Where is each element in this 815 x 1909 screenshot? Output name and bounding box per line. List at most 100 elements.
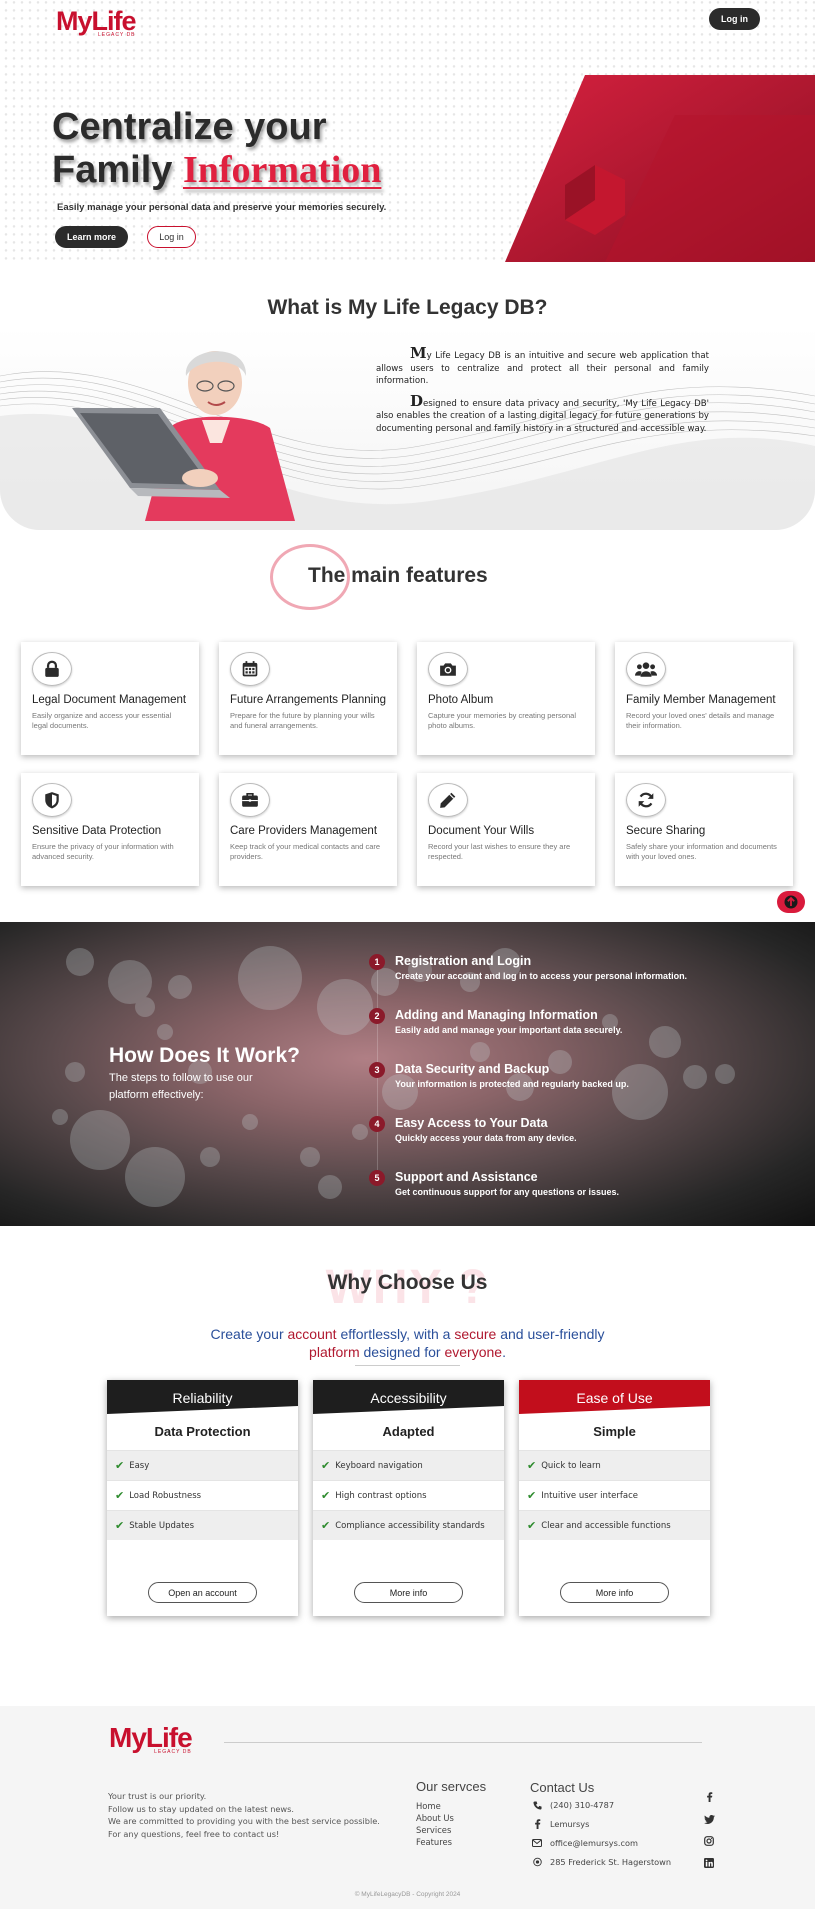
plan-subheader: Simple [593,1424,636,1439]
plan-header: Accessibility [313,1380,504,1414]
footer-about-line: Follow us to stay updated on the latest … [108,1803,295,1814]
plan-feature-label: Intuitive user interface [541,1490,639,1501]
how-title: How Does It Work? [109,1044,300,1067]
plan-feature-label: Load Robustness [129,1490,202,1501]
plan-card-accessibility: Accessibility Adapted ✔ Keyboard navigati… [313,1380,504,1616]
open-account-button[interactable]: Open an account [148,1582,257,1603]
map-pin-icon [530,1857,544,1867]
plan-feature-row: ✔ Stable Updates [107,1510,298,1540]
plan-header-title: Reliability [172,1390,233,1406]
plan-feature-label: Clear and accessible functions [541,1520,671,1531]
scroll-to-top-button[interactable] [777,891,805,913]
users-icon [626,652,666,686]
plan-card-reliability: Reliability Data Protection ✔ Easy ✔ Load … [107,1380,298,1616]
hero-title-line1: Centralize your [52,106,327,148]
contact-email[interactable]: office@lemursys.com [530,1838,638,1848]
drop-cap-2: D [410,391,424,410]
facebook-icon[interactable] [702,1790,716,1804]
mail-icon [530,1839,544,1847]
footer-link-services[interactable]: Services [416,1824,454,1836]
linkedin-icon[interactable] [702,1856,716,1870]
step-description: Create your account and log in to access… [395,971,688,981]
plan-header: Ease of Use [519,1380,710,1414]
why-subtitle: Create your account effortlessly, with a… [150,1325,665,1361]
features-title: The main features [308,564,488,587]
why-title: Why Choose Us [327,1271,488,1294]
check-icon: ✔ [527,1489,537,1502]
more-info-button[interactable]: More info [560,1582,669,1603]
hero-title-accent: Information [182,149,382,191]
feature-card-legal[interactable]: Legal Document Management Easily organiz… [21,642,199,755]
feature-title: Care Providers Management [230,825,378,837]
contact-email-text: office@lemursys.com [550,1838,638,1848]
step-title: Support and Assistance [395,1170,538,1184]
feature-card-protection[interactable]: Sensitive Data Protection Ensure the pri… [21,773,199,886]
what-section-title: What is My Life Legacy DB? [267,296,548,319]
pen-icon [428,783,468,817]
contact-phone[interactable]: (240) 310-4787 [530,1800,614,1810]
feature-card-planning[interactable]: Future Arrangements Planning Prepare for… [219,642,397,755]
footer-link-home[interactable]: Home [416,1800,454,1812]
footer-about-line: Your trust is our priority. [108,1791,207,1801]
feature-title: Photo Album [428,694,494,706]
step-number: 1 [369,954,385,970]
contact-facebook[interactable]: Lemursys [530,1819,589,1829]
hero-subtitle: Easily manage your personal data and pre… [57,202,387,213]
brand-logo[interactable]: MyLife LEGACY DB [56,8,137,38]
why-sub-part: Create your [210,1326,288,1342]
step-description: Quickly access your data from any device… [395,1133,577,1143]
footer-services-title: Our servces [416,1779,487,1794]
plan-feature-row: ✔ Load Robustness [107,1480,298,1510]
header-login-button[interactable]: Log in [709,8,760,30]
step-description: Easily add and manage your important dat… [395,1025,623,1035]
plan-feature-row: ✔ High contrast options [313,1480,504,1510]
instagram-icon[interactable] [702,1834,716,1848]
feature-description: Safely share your information and docume… [626,842,777,861]
learn-more-button[interactable]: Learn more [55,226,128,248]
plan-header-title: Accessibility [370,1390,447,1406]
shield-icon [32,783,72,817]
check-icon: ✔ [115,1519,125,1532]
why-sub-part: effortlessly, with a [336,1326,455,1342]
check-icon: ✔ [115,1459,125,1472]
feature-card-care[interactable]: Care Providers Management Keep track of … [219,773,397,886]
feature-card-wills[interactable]: Document Your Wills Record your last wis… [417,773,595,886]
feature-card-photo[interactable]: Photo Album Capture your memories by cre… [417,642,595,755]
briefcase-icon [230,783,270,817]
footer-about: Your trust is our priority. Follow us to… [108,1790,380,1840]
footer-about-line: We are committed to providing you with t… [108,1816,380,1826]
footer-about-line: For any questions, feel free to contact … [108,1828,280,1839]
hero-login-button[interactable]: Log in [147,226,196,248]
drop-cap-1: M [410,344,427,362]
plan-subheader: Data Protection [154,1424,251,1439]
what-paragraph-1-text: y Life Legacy DB is an intuitive and sec… [376,351,709,386]
footer-link-features[interactable]: Features [416,1836,454,1848]
footer-logo[interactable]: MyLife LEGACY DB [109,1724,193,1755]
footer-link-about[interactable]: About Us [416,1812,454,1824]
more-info-button[interactable]: More info [354,1582,463,1603]
calendar-icon [230,652,270,686]
why-sub-part: . [502,1344,506,1360]
plan-feature-label: Compliance accessibility standards [335,1520,485,1531]
how-subtitle: The steps to follow to use our platform … [109,1072,253,1101]
plan-feature-label: Quick to learn [541,1460,601,1471]
twitter-icon[interactable] [702,1812,716,1826]
plan-header: Reliability [107,1380,298,1414]
feature-card-family[interactable]: Family Member Management Record your lov… [615,642,793,755]
check-icon: ✔ [527,1459,537,1472]
step-number: 5 [369,1170,385,1186]
feature-card-sharing[interactable]: Secure Sharing Safely share your informa… [615,773,793,886]
phone-icon [530,1800,544,1810]
hero-decorative-shape [505,75,815,262]
copyright: © MyLifeLegacyDB - Copyright 2024 [354,1891,461,1898]
footer-services-list: Home About Us Services Features [416,1800,454,1848]
check-icon: ✔ [115,1489,125,1502]
plan-feature-label: Stable Updates [129,1520,195,1531]
check-icon: ✔ [321,1459,331,1472]
contact-address[interactable]: 285 Frederick St. Hagerstown [530,1857,671,1867]
what-paragraph-2: Designed to ensure data privacy and secu… [376,393,709,436]
step-title: Data Security and Backup [395,1062,550,1076]
camera-icon [428,652,468,686]
check-icon: ✔ [321,1489,331,1502]
plan-feature-row: ✔ Keyboard navigation [313,1450,504,1480]
